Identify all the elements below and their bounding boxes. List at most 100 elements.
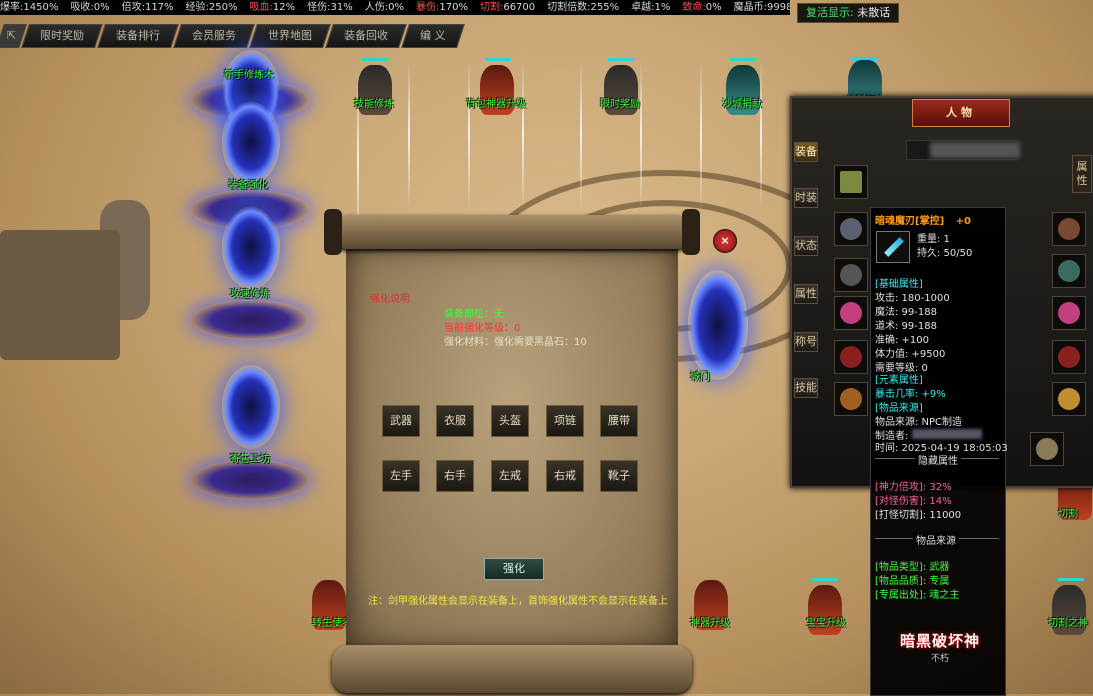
stat-item: 倍攻:117% bbox=[122, 2, 180, 13]
light-beam bbox=[408, 60, 410, 210]
stat-label: 倍攻: bbox=[121, 2, 145, 13]
stat-item: 卓越:1% bbox=[631, 2, 676, 13]
tab-limited-reward[interactable]: 限时奖励 bbox=[21, 24, 104, 48]
base-attr: 道术: 99-188 bbox=[875, 321, 937, 332]
revive-label: 复活显示: bbox=[806, 6, 854, 19]
character-name-redacted bbox=[930, 142, 1020, 158]
side-tab-attributes[interactable]: 属性 bbox=[794, 284, 818, 304]
right-tab-attributes[interactable]: 属性 bbox=[1072, 155, 1092, 193]
scroll-rod-top bbox=[324, 209, 700, 255]
item-tooltip: 暗魂魔刃[掌控] +0 重量: 1 持久: 50/50 [基础属性] 攻击: 1… bbox=[870, 207, 1008, 696]
base-header: [基础属性] bbox=[875, 279, 923, 290]
side-tab-status[interactable]: 状态 bbox=[794, 236, 818, 256]
slot-necklace-button[interactable]: 项链 bbox=[546, 405, 584, 437]
stat-label: 切割: bbox=[479, 2, 504, 13]
elem-attr: 暴击几率: +9% bbox=[875, 389, 946, 400]
ring-right-slot[interactable] bbox=[1052, 296, 1086, 330]
stat-value: 0% bbox=[705, 2, 722, 13]
slot-right-ring-button[interactable]: 右戒 bbox=[546, 460, 584, 492]
npc-hp-bar bbox=[1058, 578, 1084, 581]
helmet-icon bbox=[840, 264, 862, 286]
hidden-header: 隐藏属性 bbox=[915, 452, 961, 467]
tab-world-map[interactable]: 世界地图 bbox=[249, 24, 332, 48]
armor-slot[interactable] bbox=[834, 212, 868, 246]
stat-value: 255% bbox=[590, 2, 620, 13]
light-beam bbox=[522, 60, 524, 210]
revive-value: 未散话 bbox=[857, 6, 891, 19]
tab-vip-service[interactable]: 会员服务 bbox=[173, 24, 256, 48]
stat-label: 切割倍数: bbox=[547, 2, 591, 13]
stat-item: 魔晶币:999862999 bbox=[734, 2, 790, 13]
portal-vortex[interactable] bbox=[222, 100, 280, 184]
slot-right-hand-button[interactable]: 右手 bbox=[436, 460, 474, 492]
light-beam bbox=[640, 60, 642, 210]
necklace-slot[interactable] bbox=[1052, 254, 1086, 288]
side-tab-skills[interactable]: 技能 bbox=[794, 378, 818, 398]
stat-item: 暴伤:170% bbox=[416, 2, 474, 13]
npc-label: 神器升级 bbox=[690, 618, 730, 629]
stat-value: 250% bbox=[208, 2, 238, 13]
source2-line: [物品类型]: 武器 bbox=[875, 562, 950, 573]
slot-left-ring-button[interactable]: 左戒 bbox=[491, 460, 529, 492]
stat-item: 切割倍数:255% bbox=[547, 2, 625, 13]
stat-item: 切割:66700 bbox=[480, 2, 541, 13]
enhance-button[interactable]: 强化 bbox=[484, 558, 544, 580]
sword-icon bbox=[840, 171, 862, 193]
bracelet-slot[interactable] bbox=[834, 340, 868, 374]
slot-left-hand-button[interactable]: 左手 bbox=[382, 460, 420, 492]
close-button[interactable]: × bbox=[713, 229, 737, 253]
npc-hp-bar bbox=[730, 58, 756, 61]
side-tab-title[interactable]: 称号 bbox=[794, 332, 818, 352]
npc-hp-bar bbox=[812, 578, 838, 581]
stat-value: 1% bbox=[654, 2, 671, 13]
base-attr: 准确: +100 bbox=[875, 335, 930, 346]
stat-item: 经验:250% bbox=[186, 2, 244, 13]
portal-label: 城门 bbox=[690, 372, 710, 383]
ring-slot[interactable] bbox=[834, 296, 868, 330]
medal-slot[interactable] bbox=[1030, 432, 1064, 466]
helmet-slot[interactable] bbox=[834, 258, 868, 292]
enhance-material-line: 强化材料：强化需要黑晶石：10 bbox=[444, 337, 587, 348]
stat-item: 吸收:0% bbox=[70, 2, 115, 13]
portal-vortex[interactable] bbox=[222, 365, 280, 449]
scroll-knob bbox=[324, 209, 342, 255]
ring-icon bbox=[1058, 302, 1080, 324]
light-beam bbox=[700, 60, 702, 210]
top-stats-bar: 爆率:1450% 吸收:0% 倍攻:117% 经验:250% 吸血:12% 怪伤:31% 人… bbox=[0, 0, 790, 15]
stat-item: 吸血:12% bbox=[250, 2, 302, 13]
slot-belt-button[interactable]: 腰带 bbox=[600, 405, 638, 437]
helmet-right-slot[interactable] bbox=[1052, 212, 1086, 246]
bracelet-right-slot[interactable] bbox=[1052, 340, 1086, 374]
stat-label: 卓越: bbox=[631, 2, 655, 13]
side-tab-equip[interactable]: 装备 bbox=[794, 142, 818, 162]
tab-equip-rank[interactable]: 装备排行 bbox=[97, 24, 180, 48]
enhance-note: 注：剑甲强化属性会显示在装备上，首饰强化属性不会显示在装备上 bbox=[368, 596, 668, 607]
tab-custom[interactable]: 编 义 bbox=[401, 24, 465, 48]
boots-slot[interactable] bbox=[834, 382, 868, 416]
hidden-attr: [神力倍攻]: 32% bbox=[875, 482, 952, 493]
side-tab-fashion[interactable]: 时装 bbox=[794, 188, 818, 208]
stat-value: 117% bbox=[144, 2, 174, 13]
npc-label: 宝宝升级 bbox=[806, 618, 846, 629]
stat-value: 12% bbox=[272, 2, 296, 13]
item-durability: 持久: 50/50 bbox=[917, 248, 973, 259]
ring-icon bbox=[840, 302, 862, 324]
npc-label: 背包神器升级 bbox=[466, 99, 526, 110]
portal-vortex[interactable] bbox=[222, 205, 280, 289]
portal-vortex[interactable] bbox=[688, 270, 748, 380]
slot-helmet-button[interactable]: 头盔 bbox=[491, 405, 529, 437]
npc-label: 技能修炼 bbox=[354, 99, 394, 110]
weapon-slot[interactable] bbox=[834, 165, 868, 199]
hidden-attr: [对怪伤害]: 14% bbox=[875, 496, 952, 507]
stat-label: 吸收: bbox=[70, 2, 94, 13]
stat-label: 人伤: bbox=[364, 2, 389, 13]
belt-slot[interactable] bbox=[1052, 382, 1086, 416]
medal-icon bbox=[1036, 438, 1058, 460]
slot-weapon-button[interactable]: 武器 bbox=[382, 405, 420, 437]
tab-equip-recycle[interactable]: 装备回收 bbox=[325, 24, 408, 48]
portal-label: 新手修炼木 bbox=[224, 70, 274, 81]
stat-label: 怪伤: bbox=[307, 2, 331, 13]
slot-armor-button[interactable]: 衣服 bbox=[436, 405, 474, 437]
slot-boots-button[interactable]: 靴子 bbox=[600, 460, 638, 492]
item-icon bbox=[876, 231, 910, 263]
